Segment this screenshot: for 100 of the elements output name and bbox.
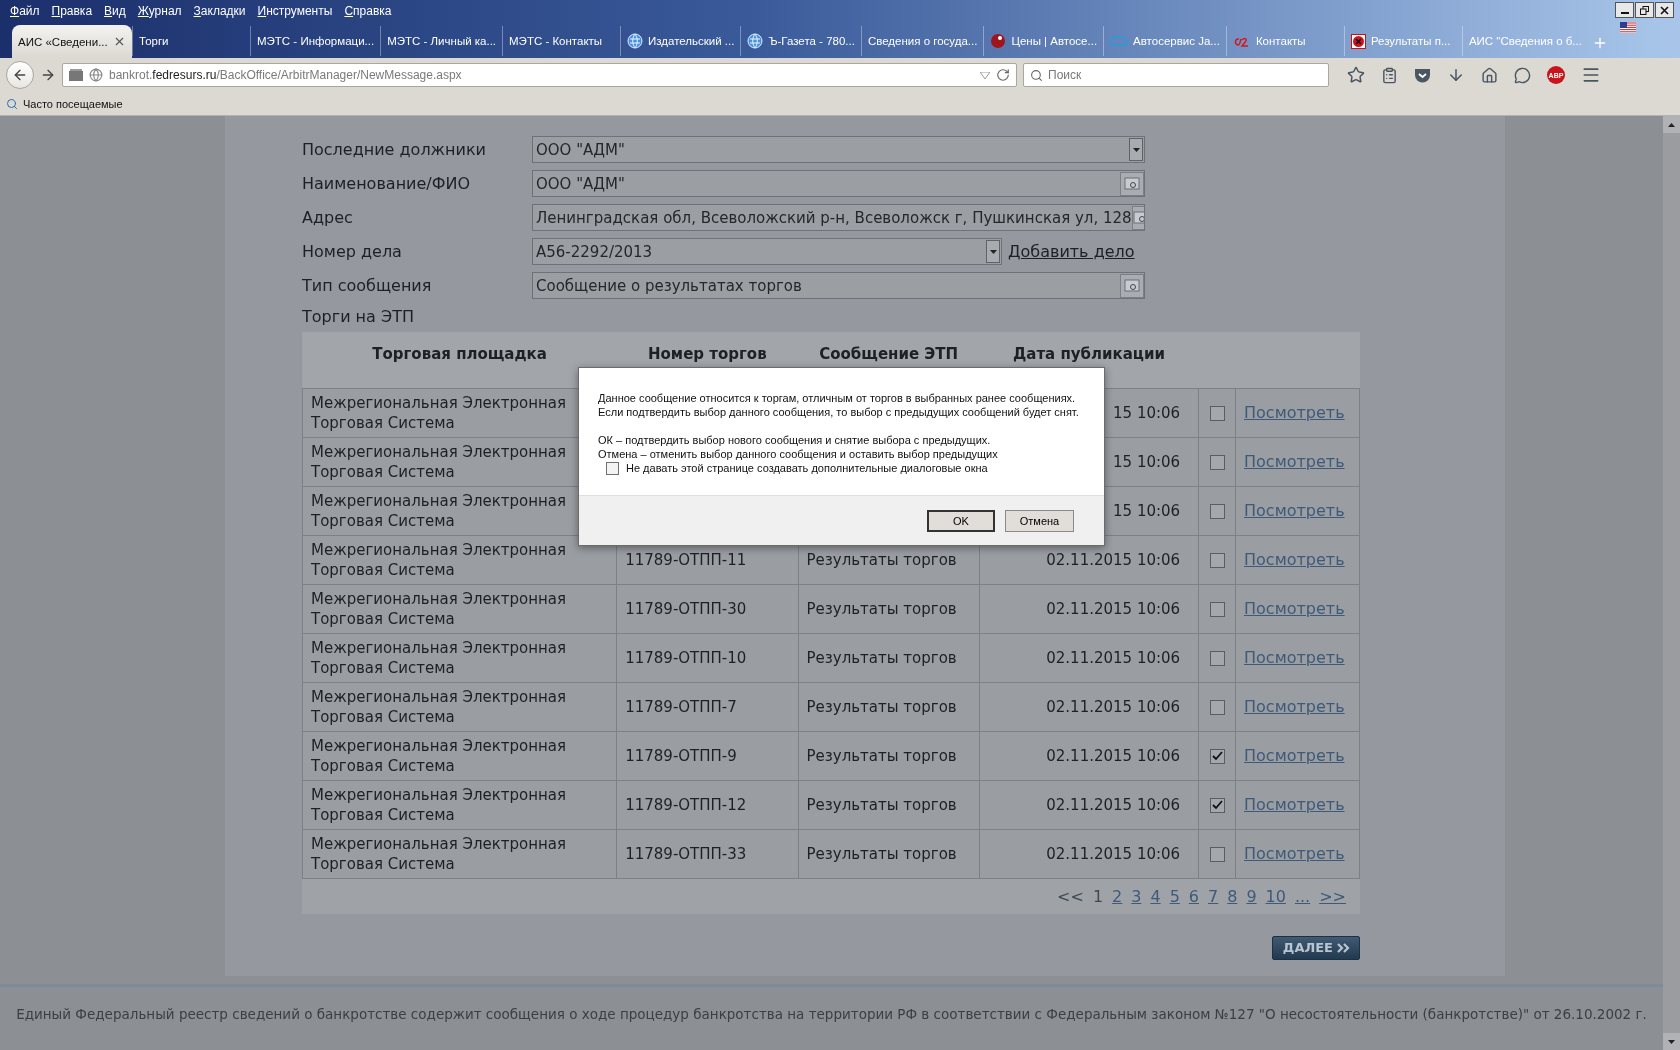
scroll-down-icon[interactable] xyxy=(1668,1039,1675,1044)
menu-item[interactable]: Файл xyxy=(6,4,48,18)
menu-item[interactable]: Вид xyxy=(100,4,134,18)
table-cell: Межрегиональная Электронная Торговая Система xyxy=(311,736,567,775)
scrollbar[interactable] xyxy=(1663,116,1680,1050)
page-link[interactable]: 3 xyxy=(1131,886,1142,906)
table-cell: Межрегиональная Электронная Торговая Система xyxy=(311,540,567,579)
footer-text: Единый Федеральный реестр сведений о банкротстве содержит сообщения о ходе процедур банкротства на территории РФ в соответствии с Федеральным законом №127 "О несостоятельности (банкротстве)" от 26.10.2002 г. xyxy=(15,1005,1648,1022)
page-link[interactable]: 2 xyxy=(1112,886,1123,906)
table-cell: Межрегиональная Электронная Торговая Система xyxy=(311,834,567,873)
row-checkbox[interactable] xyxy=(1209,601,1225,617)
table-cell: Результаты торгов xyxy=(806,599,957,618)
dropdown-icon[interactable] xyxy=(986,240,1000,263)
menu-item[interactable]: Закладки xyxy=(189,4,254,18)
page-link[interactable]: 6 xyxy=(1188,886,1199,906)
menu-item[interactable]: Инструменты xyxy=(253,4,341,18)
row-checkbox[interactable] xyxy=(1209,650,1225,666)
download-icon[interactable] xyxy=(1447,66,1465,84)
lookup-field[interactable]: Сообщение о результатах торгов xyxy=(532,272,1145,299)
pocket-icon[interactable] xyxy=(1414,67,1431,83)
reading-list-icon[interactable] xyxy=(1381,66,1398,84)
row-checkbox[interactable] xyxy=(1209,699,1225,715)
browser-tab[interactable]: Цены | Автосе... xyxy=(983,26,1104,56)
forward-icon[interactable] xyxy=(40,67,56,83)
page-link[interactable]: 5 xyxy=(1169,886,1180,906)
row-checkbox[interactable] xyxy=(1209,454,1225,470)
close-icon[interactable] xyxy=(1655,2,1674,18)
menu-item[interactable]: Справка xyxy=(340,4,400,18)
table-cell: 02.11.2015 10:06 xyxy=(1046,795,1181,814)
browser-tab[interactable]: Автосервис Ja... xyxy=(1103,26,1226,56)
debtor-select[interactable]: ООО "АДМ" xyxy=(532,136,1145,163)
field-label: Адрес xyxy=(302,208,354,227)
browser-tab[interactable]: МЭТС - Информаци... xyxy=(250,26,381,56)
checkbox-label[interactable]: Не давать этой странице создавать дополнительные диалоговые окна xyxy=(626,461,988,475)
bookmark-item[interactable]: Часто посещаемые xyxy=(6,97,123,110)
browser-tab[interactable]: МЭТС - Контакты xyxy=(502,26,621,56)
library-icon[interactable] xyxy=(69,69,83,81)
row-checkbox[interactable] xyxy=(1209,552,1225,568)
row-checkbox[interactable] xyxy=(1209,797,1225,813)
address-bar[interactable]: bankrot.fedresurs.ru/BackOffice/ArbitrManager/NewMessage.aspx xyxy=(62,63,1017,87)
case-select[interactable]: А56-2292/2013 xyxy=(532,238,1002,265)
next-button[interactable]: ДАЛЕЕ xyxy=(1271,935,1360,960)
browser-tab[interactable]: Издательский ... xyxy=(620,26,741,56)
minimize-icon[interactable] xyxy=(1615,2,1634,18)
field-label: Наименование/ФИО xyxy=(302,174,472,193)
table-cell: 11789-ОТПП-7 xyxy=(625,697,737,716)
home-icon[interactable] xyxy=(1481,66,1498,84)
chat-icon[interactable] xyxy=(1514,66,1531,84)
search-field[interactable]: Поиск xyxy=(1023,63,1329,87)
browser-tab[interactable]: АИС «Сведени... xyxy=(12,25,132,58)
table-cell: 15 10:06 xyxy=(1113,403,1181,422)
back-button[interactable] xyxy=(6,61,34,89)
row-checkbox[interactable] xyxy=(1209,846,1225,862)
browser-tab[interactable]: МЭТС - Личный ка... xyxy=(380,26,503,56)
table-cell: Результаты торгов xyxy=(806,550,957,569)
add-case-link[interactable]: Добавить дело xyxy=(1008,242,1135,261)
menu-item[interactable]: Правка xyxy=(47,4,101,18)
dialog-text: Отмена – отменить выбор данного сообщения и оставить выбор предыдущих xyxy=(598,447,999,461)
menu-item[interactable]: Журнал xyxy=(133,4,190,18)
ball-icon xyxy=(990,33,1007,49)
field-label: Тип сообщения xyxy=(302,276,433,295)
cloud-icon xyxy=(1110,35,1129,47)
dialog-text: Если подтвердить выбор данного сообщения, то выбор с предыдущих сообщений будет снят. xyxy=(598,405,1080,419)
browser-tab[interactable]: Ъ-Газета - 780... xyxy=(740,26,861,56)
table-cell: Межрегиональная Электронная Торговая Система xyxy=(311,393,567,432)
page-link[interactable]: 8 xyxy=(1227,886,1238,906)
page-nav-link[interactable]: >> xyxy=(1319,886,1346,906)
browser-tab[interactable]: Торги xyxy=(132,26,250,56)
bookmark-star-icon[interactable] xyxy=(1347,66,1365,84)
search-icon xyxy=(1030,68,1043,82)
dropdown-icon[interactable] xyxy=(1129,138,1143,161)
more-pages-link[interactable]: ... xyxy=(1294,886,1311,906)
page-link[interactable]: 9 xyxy=(1246,886,1257,906)
restore-icon[interactable] xyxy=(1635,2,1654,18)
dialog-checkbox[interactable] xyxy=(606,461,619,475)
row-checkbox[interactable] xyxy=(1209,748,1225,764)
table-cell: 11789-ОТПП-11 xyxy=(625,550,747,569)
table-cell: 11789-ОТПП-12 xyxy=(625,795,747,814)
close-icon[interactable] xyxy=(113,35,126,48)
cancel-button[interactable]: Отмена xyxy=(1005,509,1074,532)
flag-icon[interactable] xyxy=(1620,22,1636,33)
browser-tab[interactable]: Контакты xyxy=(1225,26,1344,56)
page-link[interactable]: 1 xyxy=(1092,886,1104,906)
lookup-field[interactable]: ООО "АДМ" xyxy=(532,170,1145,197)
page-link[interactable]: 4 xyxy=(1150,886,1161,906)
menu-icon[interactable] xyxy=(1581,65,1601,85)
browser-tab[interactable]: Сведения о госуда... xyxy=(860,26,984,56)
table-cell: 02.11.2015 10:06 xyxy=(1046,844,1181,863)
ok-button[interactable]: OK xyxy=(927,509,995,532)
reload-icon[interactable] xyxy=(996,68,1010,82)
scroll-up-icon[interactable] xyxy=(1668,122,1675,127)
row-checkbox[interactable] xyxy=(1209,503,1225,519)
page-link[interactable]: 10 xyxy=(1265,886,1286,906)
table-cell: Результаты торгов xyxy=(806,648,957,667)
lookup-field[interactable]: Ленинградская обл, Всеволожский р-н, Всеволожск г, Пушкинская ул, 128 xyxy=(532,204,1145,231)
lookup-icon[interactable] xyxy=(1131,205,1144,230)
page-link[interactable]: 7 xyxy=(1208,886,1219,906)
row-checkbox[interactable] xyxy=(1209,405,1225,421)
back-icon xyxy=(12,67,28,83)
url-text[interactable]: bankrot.fedresurs.ru/BackOffice/ArbitrManager/NewMessage.aspx xyxy=(109,68,974,82)
